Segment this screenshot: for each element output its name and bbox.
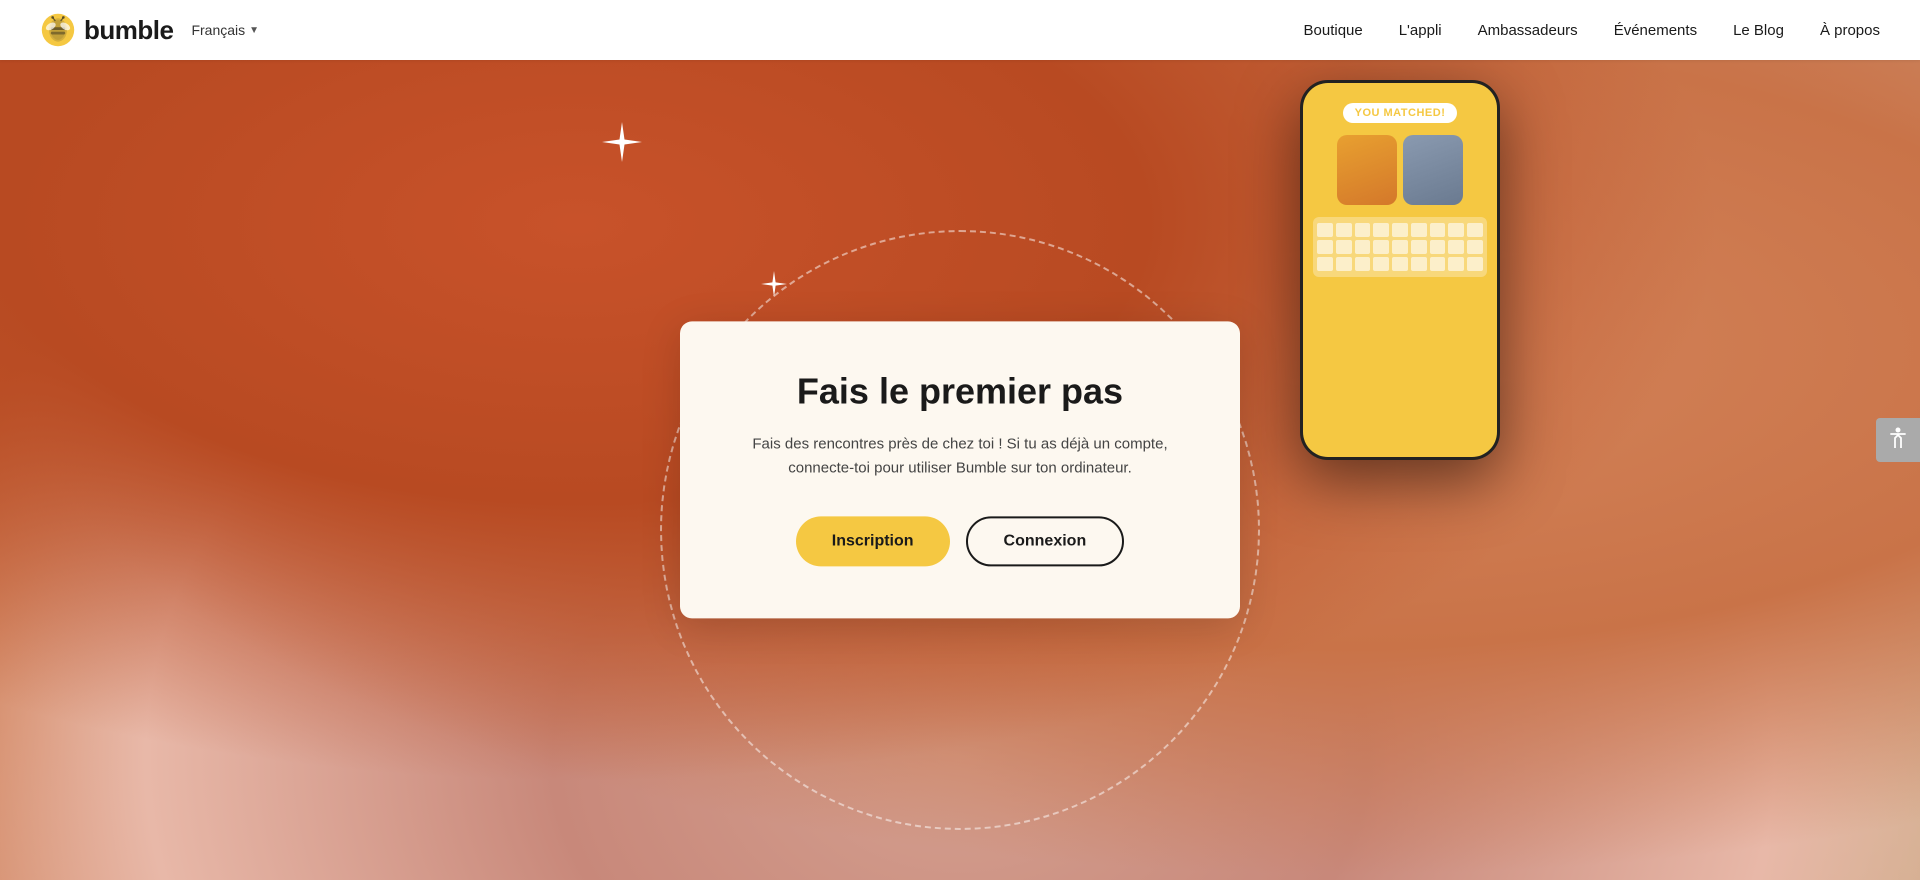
phone-key <box>1430 257 1446 271</box>
phone-key <box>1467 223 1483 237</box>
phone-key <box>1411 257 1427 271</box>
phone-profile-card-1 <box>1337 135 1397 205</box>
phone-key <box>1448 223 1464 237</box>
nav-ambassadeurs[interactable]: Ambassadeurs <box>1478 22 1578 39</box>
phone-key <box>1467 240 1483 254</box>
phone-key <box>1317 240 1333 254</box>
nav-boutique[interactable]: Boutique <box>1304 22 1363 39</box>
phone-keyboard <box>1313 217 1487 277</box>
logo-link[interactable]: bumble <box>40 12 173 48</box>
logo-text: bumble <box>84 15 173 46</box>
chevron-down-icon: ▼ <box>249 25 259 36</box>
phone-key <box>1336 257 1352 271</box>
connexion-button[interactable]: Connexion <box>966 517 1125 567</box>
phone-key <box>1411 240 1427 254</box>
phone-key <box>1430 223 1446 237</box>
phone-key <box>1373 240 1389 254</box>
phone-key <box>1355 223 1371 237</box>
cta-buttons: Inscription Connexion <box>740 517 1180 567</box>
phone-key <box>1411 223 1427 237</box>
phone-key <box>1448 240 1464 254</box>
phone-key <box>1467 257 1483 271</box>
phone-screen: YOU MATCHED! <box>1303 83 1497 457</box>
phone-key <box>1392 223 1408 237</box>
phone-profile-card-2 <box>1403 135 1463 205</box>
phone-profile-cards <box>1337 135 1463 205</box>
phone-key <box>1430 240 1446 254</box>
navbar: bumble Français ▼ Boutique L'appli Ambas… <box>0 0 1920 60</box>
nav-leblog[interactable]: Le Blog <box>1733 22 1784 39</box>
nav-lappli[interactable]: L'appli <box>1399 22 1442 39</box>
phone-key <box>1373 223 1389 237</box>
accessibility-icon <box>1887 426 1909 454</box>
phone-key <box>1336 223 1352 237</box>
hero-section: YOU MATCHED! <box>0 60 1920 880</box>
bumble-bee-icon <box>40 12 76 48</box>
phone-key <box>1336 240 1352 254</box>
inscription-button[interactable]: Inscription <box>796 517 950 567</box>
cta-card: Fais le premier pas Fais des rencontres … <box>680 321 1240 618</box>
phone-key <box>1355 240 1371 254</box>
phone-key <box>1448 257 1464 271</box>
nav-evenements[interactable]: Événements <box>1614 22 1697 39</box>
phone-key <box>1355 257 1371 271</box>
phone-key <box>1373 257 1389 271</box>
phone-mockup: YOU MATCHED! <box>1300 80 1500 460</box>
cta-title: Fais le premier pas <box>740 369 1180 412</box>
cta-subtitle: Fais des rencontres près de chez toi ! S… <box>740 433 1180 481</box>
accessibility-button[interactable] <box>1876 418 1920 462</box>
phone-key <box>1317 223 1333 237</box>
phone-key <box>1317 257 1333 271</box>
nav-apropos[interactable]: À propos <box>1820 22 1880 39</box>
language-selector[interactable]: Français ▼ <box>191 22 259 38</box>
phone-key <box>1392 257 1408 271</box>
language-label: Français <box>191 22 245 38</box>
phone-key <box>1392 240 1408 254</box>
main-nav: Boutique L'appli Ambassadeurs Événements… <box>1304 22 1881 39</box>
phone-match-badge: YOU MATCHED! <box>1343 103 1458 123</box>
